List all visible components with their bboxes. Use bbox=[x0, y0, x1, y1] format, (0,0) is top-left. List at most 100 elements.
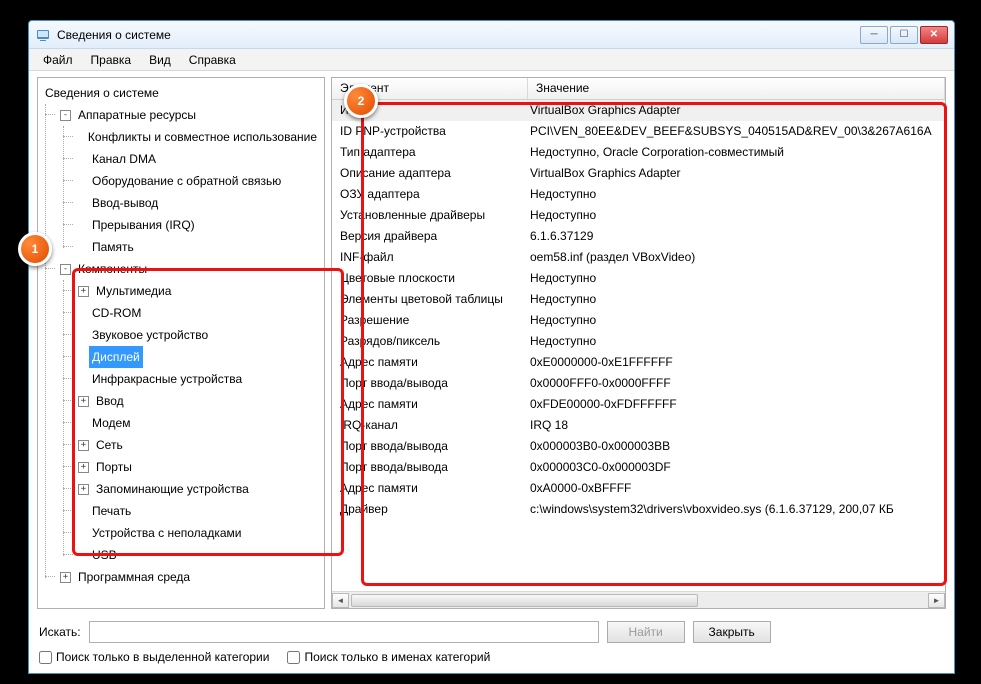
detail-row[interactable]: INF-файлoem58.inf (раздел VBoxVideo) bbox=[332, 247, 945, 268]
menu-view[interactable]: Вид bbox=[141, 51, 179, 69]
maximize-button[interactable]: ☐ bbox=[890, 26, 918, 44]
menu-help[interactable]: Справка bbox=[181, 51, 244, 69]
detail-name: Адрес памяти bbox=[332, 479, 528, 498]
search-input[interactable] bbox=[89, 621, 599, 643]
tree-item[interactable]: +Ввод bbox=[76, 390, 322, 412]
detail-row[interactable]: ИмяVirtualBox Graphics Adapter bbox=[332, 100, 945, 121]
tree-item-label: Сеть bbox=[93, 434, 126, 456]
collapse-icon[interactable]: - bbox=[60, 264, 71, 275]
tree-hardware[interactable]: - Аппаратные ресурсы bbox=[58, 104, 322, 126]
detail-value: oem58.inf (раздел VBoxVideo) bbox=[528, 248, 945, 267]
expand-icon[interactable]: + bbox=[78, 484, 89, 495]
tree-item-label: Ввод-вывод bbox=[89, 192, 161, 214]
tree-item[interactable]: Печать bbox=[76, 500, 322, 522]
detail-row[interactable]: Версия драйвера6.1.6.37129 bbox=[332, 226, 945, 247]
close-search-button[interactable]: Закрыть bbox=[693, 621, 771, 643]
detail-value: 0xA0000-0xBFFFF bbox=[528, 479, 945, 498]
tree-pane[interactable]: Сведения о системе - Аппаратные ресурсы … bbox=[37, 77, 325, 609]
detail-row[interactable]: Порт ввода/вывода0x000003C0-0x000003DF bbox=[332, 457, 945, 478]
detail-row[interactable]: Адрес памяти0xA0000-0xBFFFF bbox=[332, 478, 945, 499]
scroll-left-icon[interactable]: ◄ bbox=[332, 593, 349, 608]
detail-row[interactable]: Тип адаптераНедоступно, Oracle Corporati… bbox=[332, 142, 945, 163]
detail-value: c:\windows\system32\drivers\vboxvideo.sy… bbox=[528, 500, 945, 519]
scroll-right-icon[interactable]: ► bbox=[928, 593, 945, 608]
detail-body[interactable]: ИмяVirtualBox Graphics AdapterID PNP-уст… bbox=[332, 100, 945, 591]
expand-icon[interactable]: + bbox=[60, 572, 71, 583]
horizontal-scrollbar[interactable]: ◄ ► bbox=[332, 591, 945, 608]
chk-names[interactable] bbox=[287, 651, 300, 664]
detail-name: Порт ввода/вывода bbox=[332, 437, 528, 456]
tree-components-label: Компоненты bbox=[75, 258, 150, 280]
titlebar[interactable]: Сведения о системе ─ ☐ ✕ bbox=[29, 21, 954, 49]
tree-components[interactable]: - Компоненты bbox=[58, 258, 322, 280]
detail-row[interactable]: РазрешениеНедоступно bbox=[332, 310, 945, 331]
tree-item[interactable]: USB bbox=[76, 544, 322, 566]
tree-root-label: Сведения о системе bbox=[42, 82, 162, 104]
detail-value: VirtualBox Graphics Adapter bbox=[528, 101, 945, 120]
detail-row[interactable]: IRQ-каналIRQ 18 bbox=[332, 415, 945, 436]
find-button[interactable]: Найти bbox=[607, 621, 685, 643]
tree-item[interactable]: Модем bbox=[76, 412, 322, 434]
detail-row[interactable]: Драйверc:\windows\system32\drivers\vboxv… bbox=[332, 499, 945, 520]
detail-row[interactable]: Адрес памяти0xFDE00000-0xFDFFFFFF bbox=[332, 394, 945, 415]
tree-item[interactable]: Прерывания (IRQ) bbox=[76, 214, 322, 236]
detail-row[interactable]: Описание адаптераVirtualBox Graphics Ada… bbox=[332, 163, 945, 184]
detail-value: Недоступно bbox=[528, 269, 945, 288]
tree-item-label: USB bbox=[89, 544, 120, 566]
tree-root[interactable]: Сведения о системе bbox=[40, 82, 322, 104]
detail-row[interactable]: Разрядов/пиксельНедоступно bbox=[332, 331, 945, 352]
menu-edit[interactable]: Правка bbox=[83, 51, 140, 69]
detail-row[interactable]: Адрес памяти0xE0000000-0xE1FFFFFF bbox=[332, 352, 945, 373]
tree-item[interactable]: Инфракрасные устройства bbox=[76, 368, 322, 390]
tree-software-label: Программная среда bbox=[75, 566, 193, 588]
scroll-track[interactable] bbox=[349, 593, 928, 608]
chk-category[interactable] bbox=[39, 651, 52, 664]
tree-item[interactable]: Оборудование с обратной связью bbox=[76, 170, 322, 192]
detail-name: IRQ-канал bbox=[332, 416, 528, 435]
tree-item[interactable]: Звуковое устройство bbox=[76, 324, 322, 346]
expand-icon[interactable]: + bbox=[78, 286, 89, 297]
expand-icon[interactable]: + bbox=[78, 396, 89, 407]
detail-name: Цветовые плоскости bbox=[332, 269, 528, 288]
tree-item[interactable]: Ввод-вывод bbox=[76, 192, 322, 214]
menubar: Файл Правка Вид Справка bbox=[29, 49, 954, 71]
detail-row[interactable]: Порт ввода/вывода0x0000FFF0-0x0000FFFF bbox=[332, 373, 945, 394]
detail-row[interactable]: ID PNP-устройстваPCI\VEN_80EE&DEV_BEEF&S… bbox=[332, 121, 945, 142]
tree-item-label: Порты bbox=[93, 456, 135, 478]
detail-row[interactable]: Порт ввода/вывода0x000003B0-0x000003BB bbox=[332, 436, 945, 457]
detail-row[interactable]: Цветовые плоскостиНедоступно bbox=[332, 268, 945, 289]
collapse-icon[interactable]: - bbox=[60, 110, 71, 121]
detail-name: Порт ввода/вывода bbox=[332, 458, 528, 477]
detail-name: Порт ввода/вывода bbox=[332, 374, 528, 393]
detail-row[interactable]: Установленные драйверыНедоступно bbox=[332, 205, 945, 226]
tree-item[interactable]: + Порты bbox=[76, 456, 322, 478]
chk-names-text: Поиск только в именах категорий bbox=[304, 650, 490, 664]
column-value[interactable]: Значение bbox=[528, 78, 945, 99]
tree-item[interactable]: +Запоминающие устройства bbox=[76, 478, 322, 500]
detail-value: 0xE0000000-0xE1FFFFFF bbox=[528, 353, 945, 372]
close-button[interactable]: ✕ bbox=[920, 26, 948, 44]
detail-row[interactable]: ОЗУ адаптераНедоступно bbox=[332, 184, 945, 205]
expand-icon[interactable]: + bbox=[78, 440, 89, 451]
chk-names-label[interactable]: Поиск только в именах категорий bbox=[287, 650, 490, 664]
tree-item[interactable]: Конфликты и совместное использование bbox=[76, 126, 322, 148]
tree-item[interactable]: Устройства с неполадками bbox=[76, 522, 322, 544]
tree-item[interactable]: CD-ROM bbox=[76, 302, 322, 324]
expand-icon[interactable]: + bbox=[78, 462, 89, 473]
tree-item[interactable]: +Мультимедиа bbox=[76, 280, 322, 302]
scroll-thumb[interactable] bbox=[351, 594, 698, 607]
detail-name: Адрес памяти bbox=[332, 395, 528, 414]
detail-value: Недоступно bbox=[528, 206, 945, 225]
tree-software[interactable]: + Программная среда bbox=[58, 566, 322, 588]
tree-item-label: Модем bbox=[89, 412, 133, 434]
tree-item-label: Конфликты и совместное использование bbox=[85, 126, 320, 148]
minimize-button[interactable]: ─ bbox=[860, 26, 888, 44]
tree-item[interactable]: Память bbox=[76, 236, 322, 258]
menu-file[interactable]: Файл bbox=[35, 51, 81, 69]
tree-item-label: Прерывания (IRQ) bbox=[89, 214, 198, 236]
tree-item[interactable]: + Сеть bbox=[76, 434, 322, 456]
tree-item[interactable]: Канал DMA bbox=[76, 148, 322, 170]
detail-row[interactable]: Элементы цветовой таблицыНедоступно bbox=[332, 289, 945, 310]
chk-category-label[interactable]: Поиск только в выделенной категории bbox=[39, 650, 269, 664]
tree-item[interactable]: Дисплей bbox=[76, 346, 322, 368]
